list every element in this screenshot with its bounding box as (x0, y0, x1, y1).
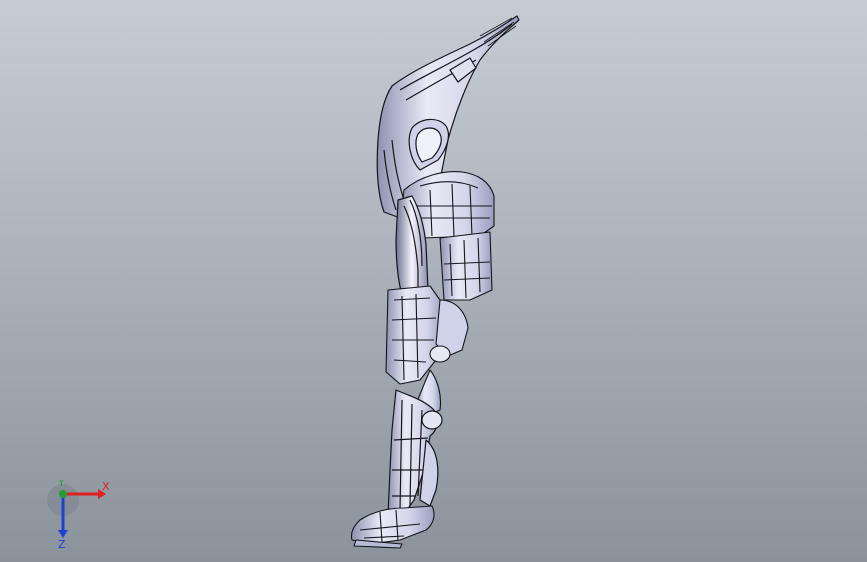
z-axis-arrow (58, 530, 68, 538)
z-axis-label: Z (58, 538, 66, 550)
exoskeleton-leg-model[interactable] (0, 0, 867, 562)
shin-strut (387, 389, 443, 521)
foot-plate (350, 505, 435, 549)
y-axis-point (59, 490, 67, 498)
y-axis-label: Y (57, 480, 65, 489)
graphics-viewport[interactable]: X Y Z (0, 0, 867, 562)
coordinate-triad: X Y Z (47, 480, 110, 550)
x-axis-label: X (102, 480, 110, 493)
